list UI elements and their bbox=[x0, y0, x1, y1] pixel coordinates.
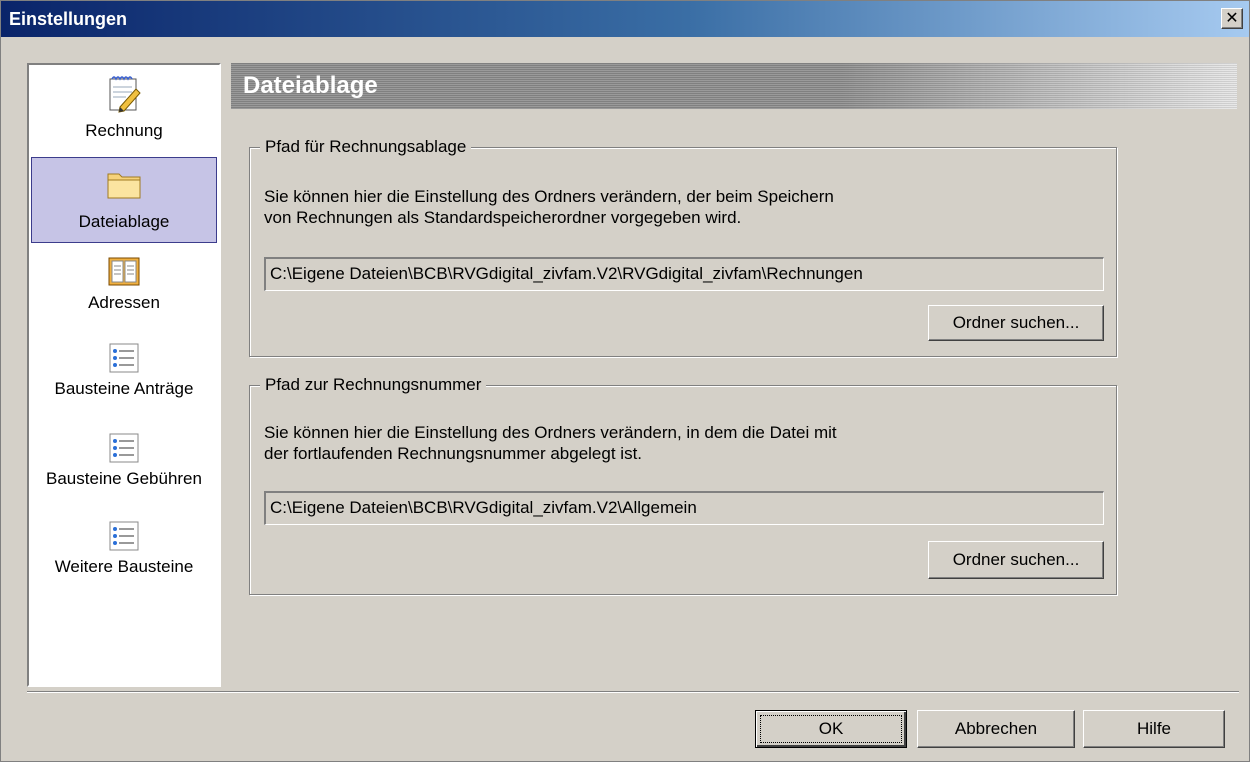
invoice-number-path-group: Pfad zur Rechnungsnummer Sie können hier… bbox=[249, 375, 1117, 595]
browse-folder-button[interactable]: Ordner suchen... bbox=[928, 305, 1104, 341]
address-book-icon bbox=[108, 257, 140, 286]
sidebar-item-label: Adressen bbox=[88, 293, 160, 312]
ok-label: OK bbox=[818, 719, 844, 738]
sidebar-item-label: Rechnung bbox=[85, 121, 163, 140]
sidebar-item-rechnung[interactable]: Rechnung bbox=[31, 75, 217, 151]
text-blocks-icon bbox=[109, 343, 139, 373]
sidebar-item-label: Weitere Bausteine bbox=[54, 557, 194, 576]
category-sidebar: Rechnung Dateiablage Adressen Bausteine … bbox=[27, 63, 221, 687]
group-description: Sie können hier die Einstellung des Ordn… bbox=[264, 422, 837, 464]
sidebar-item-label: Bausteine Gebühren bbox=[46, 469, 202, 488]
description-line: der fortlaufenden Rechnungsnummer abgele… bbox=[264, 444, 643, 463]
group-legend: Pfad für Rechnungsablage bbox=[260, 137, 472, 157]
description-line: Sie können hier die Einstellung des Ordn… bbox=[264, 187, 834, 206]
invoice-path-field[interactable]: C:\Eigene Dateien\BCB\RVGdigital_zivfam.… bbox=[264, 257, 1104, 291]
group-description: Sie können hier die Einstellung des Ordn… bbox=[264, 186, 834, 228]
text-blocks-icon bbox=[109, 433, 139, 463]
folder-icon bbox=[107, 173, 141, 199]
sidebar-item-label: Bausteine Anträge bbox=[54, 379, 194, 398]
page-title: Dateiablage bbox=[243, 72, 378, 99]
group-legend: Pfad zur Rechnungsnummer bbox=[260, 375, 487, 395]
title-bar: Einstellungen bbox=[1, 1, 1249, 37]
close-button[interactable]: ✕ bbox=[1221, 8, 1243, 29]
invoice-path-group: Pfad für Rechnungsablage Sie können hier… bbox=[249, 137, 1117, 357]
sidebar-item-bausteine-gebuehren[interactable]: Bausteine Gebühren bbox=[31, 431, 217, 503]
help-button[interactable]: Hilfe bbox=[1083, 710, 1225, 748]
sidebar-item-bausteine-antraege[interactable]: Bausteine Anträge bbox=[31, 341, 217, 413]
sidebar-item-weitere-bausteine[interactable]: Weitere Bausteine bbox=[31, 519, 217, 591]
sidebar-item-adressen[interactable]: Adressen bbox=[31, 255, 217, 327]
page-header: Dateiablage bbox=[231, 63, 1237, 109]
sidebar-item-dateiablage[interactable]: Dateiablage bbox=[31, 157, 217, 243]
settings-dialog: Einstellungen ✕ Rechnung Dateiablage Adr… bbox=[0, 0, 1250, 762]
header-fade bbox=[837, 63, 1237, 109]
description-line: von Rechnungen als Standardspeicherordne… bbox=[264, 208, 742, 227]
footer-separator bbox=[27, 691, 1239, 693]
window-title: Einstellungen bbox=[9, 9, 128, 29]
invoice-number-path-field[interactable]: C:\Eigene Dateien\BCB\RVGdigital_zivfam.… bbox=[264, 491, 1104, 525]
ok-button[interactable]: OK bbox=[755, 710, 907, 748]
close-icon: ✕ bbox=[1225, 8, 1239, 27]
text-blocks-icon bbox=[109, 521, 139, 551]
description-line: Sie können hier die Einstellung des Ordn… bbox=[264, 423, 837, 442]
notepad-pencil-icon bbox=[109, 76, 141, 113]
sidebar-item-label: Dateiablage bbox=[78, 212, 170, 231]
cancel-button[interactable]: Abbrechen bbox=[917, 710, 1075, 748]
browse-folder-button[interactable]: Ordner suchen... bbox=[928, 541, 1104, 579]
